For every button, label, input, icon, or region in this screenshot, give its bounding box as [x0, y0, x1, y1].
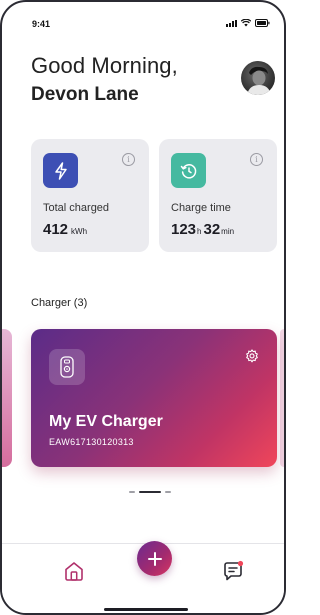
charger-serial: EAW617130120313: [49, 437, 134, 447]
charger-section-title: Charger (3): [31, 297, 88, 309]
greeting-text: Good Morning,: [31, 53, 178, 78]
charge-time-minutes-unit: min: [221, 227, 235, 236]
home-icon[interactable]: [63, 560, 85, 587]
total-charged-value: 412 kWh: [43, 221, 87, 238]
signal-icon: [226, 19, 237, 27]
charge-time-hours-unit: h: [197, 227, 202, 236]
avatar[interactable]: [241, 61, 275, 95]
status-time: 9:41: [32, 19, 51, 29]
charge-time-value: 123h 32min: [171, 221, 236, 238]
charger-name: My EV Charger: [49, 413, 163, 430]
info-icon[interactable]: i: [122, 153, 135, 166]
gear-icon[interactable]: [245, 349, 259, 368]
total-charged-card[interactable]: i Total charged 412 kWh: [31, 139, 149, 252]
charger-icon: [49, 349, 85, 385]
user-name: Devon Lane: [31, 84, 139, 105]
add-button[interactable]: [137, 541, 172, 576]
info-icon[interactable]: i: [250, 153, 263, 166]
pager-dot[interactable]: [165, 491, 171, 493]
lightning-icon: [43, 153, 78, 188]
history-clock-icon: [171, 153, 206, 188]
charge-time-label: Charge time: [171, 202, 231, 214]
charge-time-minutes: 32: [203, 221, 221, 238]
pager-dot[interactable]: [129, 491, 135, 493]
status-icons: [226, 19, 270, 27]
wifi-icon: [241, 19, 251, 27]
status-bar: 9:41: [2, 2, 284, 38]
home-indicator: [104, 608, 188, 611]
phone-frame: 9:41 Good Morning, Devon Lane i Total ch…: [0, 0, 286, 615]
charger-card[interactable]: My EV Charger EAW617130120313: [31, 329, 277, 467]
total-charged-label: Total charged: [43, 202, 110, 214]
previous-charger-card[interactable]: [2, 329, 12, 467]
charge-time-card[interactable]: i Charge time 123h 32min: [159, 139, 277, 252]
pager-dot-active[interactable]: [139, 491, 161, 493]
plus-icon: [147, 551, 162, 566]
total-charged-unit: kWh: [71, 227, 88, 236]
total-charged-number: 412: [43, 221, 69, 238]
carousel-pager[interactable]: [129, 491, 171, 493]
message-icon[interactable]: [222, 560, 244, 587]
next-charger-card[interactable]: [280, 329, 284, 467]
battery-icon: [255, 19, 270, 27]
charge-time-hours: 123: [171, 221, 197, 238]
